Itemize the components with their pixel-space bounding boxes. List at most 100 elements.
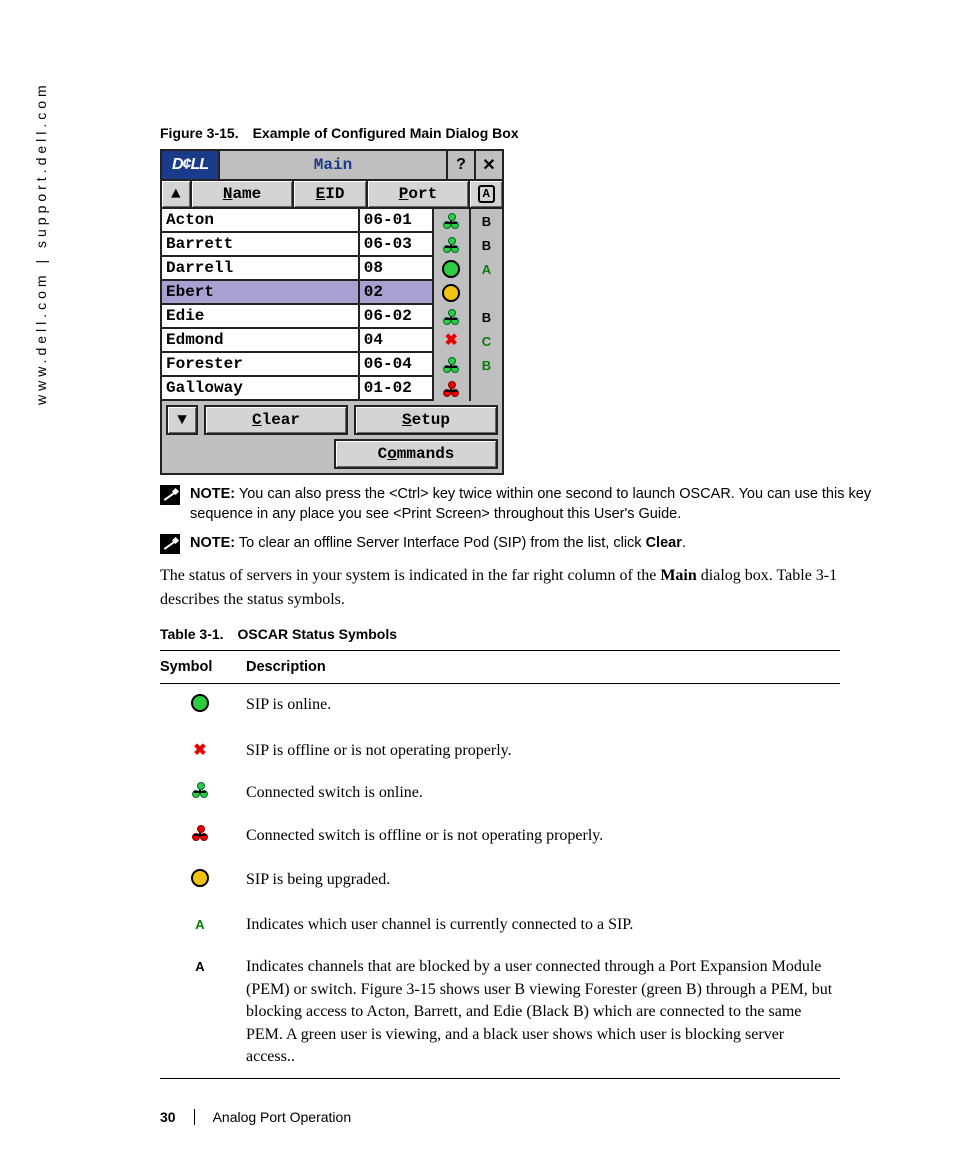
help-button[interactable]: ? xyxy=(446,151,474,179)
column-headers: ▲ Name EID Port A xyxy=(162,181,502,209)
symbol-cell xyxy=(160,859,246,904)
server-port-cell: 06-01 xyxy=(360,209,434,233)
description-cell: Connected switch is online. xyxy=(246,772,840,815)
status-online-icon xyxy=(191,694,209,712)
server-row[interactable]: Darrell08 A xyxy=(162,257,502,281)
server-port-cell: 06-02 xyxy=(360,305,434,329)
th-symbol: Symbol xyxy=(160,651,246,684)
note-icon xyxy=(160,485,180,505)
header-user[interactable]: A xyxy=(470,181,502,207)
server-row[interactable]: Acton06-01 B xyxy=(162,209,502,233)
status-row: SIP is being upgraded. xyxy=(160,859,840,904)
server-channel-cell: B xyxy=(471,209,502,233)
server-channel-cell xyxy=(471,281,502,305)
server-channel-cell: B xyxy=(471,305,502,329)
user-icon: A xyxy=(478,185,495,203)
server-port-cell: 01-02 xyxy=(360,377,434,401)
section-title: Analog Port Operation xyxy=(213,1109,352,1125)
main-dialog: D¢LL Main ? ✕ ▲ Name EID Port A Acton06-… xyxy=(160,149,504,475)
page-footer: 30 Analog Port Operation xyxy=(160,1109,894,1125)
user-channel-icon: A xyxy=(195,917,204,932)
status-row: Connected switch is online. xyxy=(160,772,840,815)
body-paragraph: The status of servers in your system is … xyxy=(160,564,894,612)
description-cell: Indicates which user channel is currentl… xyxy=(246,904,840,946)
description-cell: SIP is being upgraded. xyxy=(246,859,840,904)
status-row: Connected switch is offline or is not op… xyxy=(160,815,840,858)
server-channel-cell: A xyxy=(471,257,502,281)
server-status-cell xyxy=(434,233,471,257)
switch-online-icon xyxy=(443,357,459,373)
status-row: A Indicates which user channel is current… xyxy=(160,904,840,946)
status-row: SIP is online. xyxy=(160,684,840,730)
sort-up-button[interactable]: ▲ xyxy=(162,181,192,207)
dell-logo: D¢LL xyxy=(162,151,220,179)
server-name-cell: Galloway xyxy=(162,377,360,401)
status-upgrading-icon xyxy=(191,869,209,887)
status-upgrading-icon xyxy=(442,284,460,302)
server-row[interactable]: Edie06-02 B xyxy=(162,305,502,329)
server-row[interactable]: Ebert02 xyxy=(162,281,502,305)
page-number: 30 xyxy=(160,1109,176,1125)
sort-down-button[interactable]: ▼ xyxy=(166,405,198,435)
user-blocked-icon: A xyxy=(195,959,204,974)
server-status-cell: ✖ xyxy=(434,329,471,353)
status-row: AIndicates channels that are blocked by … xyxy=(160,946,840,1078)
side-url: www.dell.com | support.dell.com xyxy=(33,81,49,405)
status-offline-icon: ✖ xyxy=(193,742,206,759)
switch-offline-icon xyxy=(443,381,459,397)
server-row[interactable]: Forester06-04B xyxy=(162,353,502,377)
status-row: ✖ SIP is offline or is not operating prop… xyxy=(160,730,840,772)
dialog-titlebar: D¢LL Main ? ✕ xyxy=(162,151,502,181)
server-name-cell: Barrett xyxy=(162,233,360,257)
server-channel-cell: C xyxy=(471,329,502,353)
symbol-cell xyxy=(160,815,246,858)
server-row[interactable]: Galloway01-02 xyxy=(162,377,502,401)
server-name-cell: Acton xyxy=(162,209,360,233)
server-name-cell: Forester xyxy=(162,353,360,377)
server-port-cell: 08 xyxy=(360,257,434,281)
switch-offline-icon xyxy=(192,825,208,841)
close-button[interactable]: ✕ xyxy=(474,151,502,179)
symbol-cell xyxy=(160,772,246,815)
server-status-cell xyxy=(434,305,471,329)
figure-caption: Figure 3-15.Example of Configured Main D… xyxy=(160,125,894,141)
description-cell: SIP is offline or is not operating prope… xyxy=(246,730,840,772)
server-port-cell: 06-03 xyxy=(360,233,434,257)
server-name-cell: Ebert xyxy=(162,281,360,305)
note-2: NOTE: To clear an offline Server Interfa… xyxy=(160,534,894,554)
status-symbols-table: Symbol Description SIP is online. ✖ SIP is… xyxy=(160,650,840,1079)
description-cell: Connected switch is offline or is not op… xyxy=(246,815,840,858)
status-offline-icon: ✖ xyxy=(445,333,458,349)
server-status-cell xyxy=(434,353,471,377)
setup-button[interactable]: Setup xyxy=(354,405,498,435)
server-name-cell: Darrell xyxy=(162,257,360,281)
dialog-title: Main xyxy=(220,156,446,174)
server-channel-cell xyxy=(471,377,502,401)
switch-online-icon xyxy=(443,237,459,253)
header-port[interactable]: Port xyxy=(368,181,471,207)
server-port-cell: 02 xyxy=(360,281,434,305)
note-icon xyxy=(160,534,180,554)
server-status-cell xyxy=(434,281,471,305)
description-cell: SIP is online. xyxy=(246,684,840,730)
status-online-icon xyxy=(442,260,460,278)
switch-online-icon xyxy=(443,213,459,229)
symbol-cell: A xyxy=(160,904,246,946)
server-status-cell xyxy=(434,209,471,233)
commands-button[interactable]: Commands xyxy=(334,439,498,469)
server-port-cell: 06-04 xyxy=(360,353,434,377)
symbol-cell xyxy=(160,684,246,730)
symbol-cell: ✖ xyxy=(160,730,246,772)
server-row[interactable]: Edmond04✖C xyxy=(162,329,502,353)
switch-online-icon xyxy=(443,309,459,325)
header-name[interactable]: Name xyxy=(192,181,295,207)
server-channel-cell: B xyxy=(471,233,502,257)
server-status-cell xyxy=(434,257,471,281)
server-name-cell: Edmond xyxy=(162,329,360,353)
clear-button[interactable]: Clear xyxy=(204,405,348,435)
server-row[interactable]: Barrett06-03 B xyxy=(162,233,502,257)
server-name-cell: Edie xyxy=(162,305,360,329)
th-description: Description xyxy=(246,651,840,684)
header-eid[interactable]: EID xyxy=(294,181,367,207)
symbol-cell: A xyxy=(160,946,246,1078)
